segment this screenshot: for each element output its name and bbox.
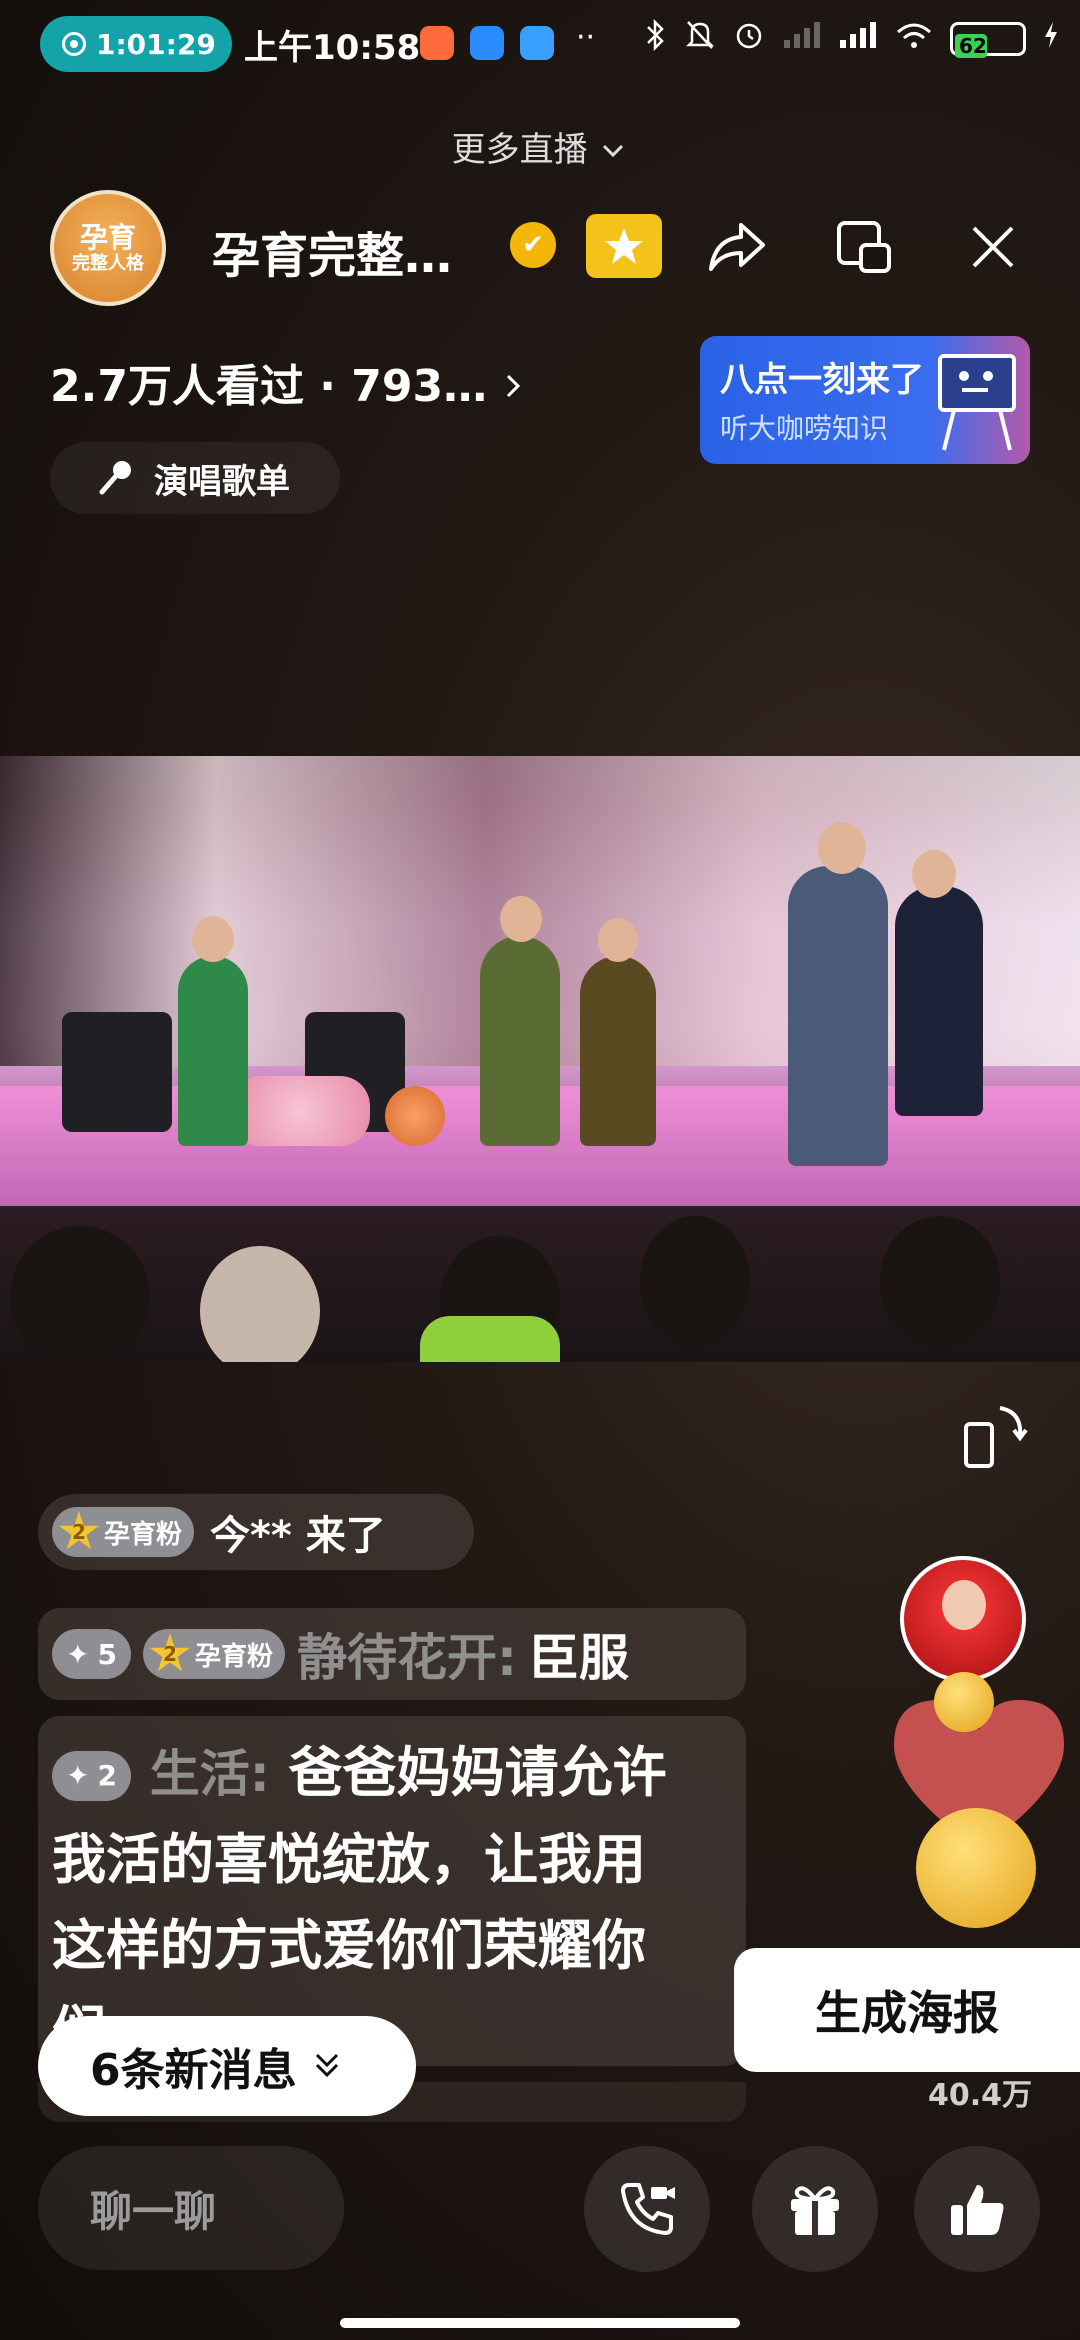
audience-head: [880, 1216, 1000, 1346]
home-indicator[interactable]: [340, 2318, 740, 2328]
viewer-count[interactable]: 2.7万人看过 · 793…: [50, 350, 526, 414]
charging-icon: [1042, 20, 1060, 57]
live-video[interactable]: [0, 756, 1080, 1362]
audience-head: [640, 1216, 750, 1346]
message-username[interactable]: 生活:: [150, 1745, 270, 1803]
man-standing: [480, 936, 560, 1146]
viewer-count-text: 2.7万人看过 · 793…: [50, 361, 488, 412]
gift-button[interactable]: [752, 2146, 878, 2272]
emoji-icon: [916, 1808, 1036, 1928]
plus-badge: ✦ 2: [52, 1751, 131, 1802]
message-username[interactable]: 静待花开:: [297, 1618, 517, 1690]
head: [912, 850, 956, 898]
mini-window-icon[interactable]: [830, 212, 900, 282]
star-sparkle-icon: [605, 228, 643, 264]
alarm-icon: [732, 18, 766, 59]
woman-standing: [580, 956, 656, 1146]
battery-icon: 62: [950, 21, 1026, 58]
like-animation: [884, 1672, 1074, 1928]
follow-button[interactable]: [586, 214, 662, 278]
app-notification-icon: [520, 26, 554, 60]
status-bar: 1:01:29 上午10:58 ·· 62: [0, 0, 1080, 90]
message-text: 这样的方式爱你们荣耀你: [52, 1914, 646, 1977]
message-text: 臣服: [528, 1629, 629, 1687]
head: [818, 822, 866, 874]
close-icon[interactable]: [958, 212, 1028, 282]
like-count: 40.4万: [927, 2078, 1033, 2113]
sparkle-icon: ✦: [66, 1759, 90, 1793]
double-chevron-down-icon: [311, 2041, 343, 2092]
signal-icon: [782, 20, 822, 57]
wifi-icon: [894, 20, 934, 57]
level-star-icon: 2: [58, 1511, 100, 1550]
bluetooth-icon: [644, 18, 668, 59]
signal-hd-icon: [838, 20, 878, 57]
promo-banner[interactable]: 八点一刻来了 听大咖唠知识: [700, 336, 1030, 464]
join-text: 今** 来了: [210, 1513, 386, 1559]
fan-badge-label: 孕育粉: [194, 1641, 273, 1672]
plus-badge: ✦ 5: [52, 1629, 131, 1679]
status-clock: 上午10:58: [244, 28, 421, 68]
battery-level: 62: [955, 33, 987, 58]
app-notification-icon: [420, 26, 454, 60]
phone-video-icon: [621, 2183, 675, 2235]
chat-input[interactable]: 聊一聊: [38, 2146, 344, 2270]
app-notification-icon: [470, 26, 504, 60]
avatar-subtext: 完整人格: [72, 252, 144, 274]
new-messages-label: 6条新消息: [90, 2045, 297, 2096]
screen-recording-indicator[interactable]: 1:01:29: [40, 16, 232, 72]
flower-bouquet: [385, 1086, 445, 1146]
video-call-button[interactable]: [584, 2146, 710, 2272]
fan-badge-label: 孕育粉: [104, 1519, 183, 1550]
status-icons: 62: [644, 18, 1060, 59]
more-live-dropdown[interactable]: 更多直播: [0, 122, 1080, 171]
more-live-label: 更多直播: [451, 130, 588, 170]
audience-green-vest: [420, 1316, 560, 1362]
head: [500, 896, 542, 942]
message-text: 我活的喜悦绽放，让我用: [52, 1828, 646, 1891]
flower-arrangement: [230, 1076, 370, 1146]
fan-badge: 2 孕育粉: [142, 1629, 285, 1679]
emoji-icon: [934, 1672, 994, 1732]
share-icon[interactable]: [702, 212, 772, 282]
mute-bell-icon: [684, 18, 716, 59]
host-name[interactable]: 孕育完整…: [212, 216, 452, 286]
recording-time: 1:01:29: [96, 27, 216, 61]
fan-badge: 2 孕育粉: [52, 1507, 195, 1557]
message-text: 爸爸妈妈请允许: [288, 1741, 667, 1804]
chevron-right-icon: [502, 361, 526, 412]
head: [192, 916, 234, 962]
sofa-chair: [62, 1012, 172, 1132]
host-avatar[interactable]: 孕育 完整人格: [50, 190, 166, 306]
playlist-button[interactable]: 演唱歌单: [50, 442, 340, 514]
sparkle-icon: ✦: [66, 1637, 90, 1671]
audience-head: [200, 1246, 320, 1362]
record-icon: [62, 32, 86, 56]
woman-in-dress: [895, 886, 983, 1116]
generate-poster-button[interactable]: 生成海报: [734, 1948, 1080, 2072]
new-messages-button[interactable]: 6条新消息: [38, 2016, 416, 2116]
gift-icon: [791, 2186, 839, 2235]
easel-icon: [938, 354, 1016, 451]
chat-message[interactable]: ✦ 2 生活: 爸爸妈妈请允许 我活的喜悦绽放，让我用 这样的方式爱你们荣耀你 …: [38, 1716, 746, 2066]
chevron-down-icon: [598, 130, 628, 170]
join-notice: 2 孕育粉 今** 来了: [38, 1494, 474, 1570]
chat-message[interactable]: ✦ 5 2 孕育粉 静待花开: 臣服: [38, 1608, 746, 1700]
viewer-avatar[interactable]: [900, 1556, 1026, 1682]
microphone-icon: [99, 461, 131, 495]
rotate-screen-icon[interactable]: [960, 1400, 1030, 1470]
thumbs-up-icon: [951, 2185, 1004, 2235]
level-star-icon: 2: [149, 1633, 191, 1672]
head: [598, 918, 638, 962]
man-with-microphone: [788, 866, 888, 1166]
more-notifications-icon: ··: [576, 20, 596, 55]
presenter-woman: [178, 956, 248, 1146]
verified-badge-icon: ✔: [510, 222, 556, 268]
avatar-face: [942, 1580, 986, 1630]
like-button[interactable]: [914, 2146, 1040, 2272]
playlist-label: 演唱歌单: [154, 461, 290, 502]
audience-head: [10, 1226, 150, 1362]
avatar-text: 孕育: [79, 220, 136, 254]
